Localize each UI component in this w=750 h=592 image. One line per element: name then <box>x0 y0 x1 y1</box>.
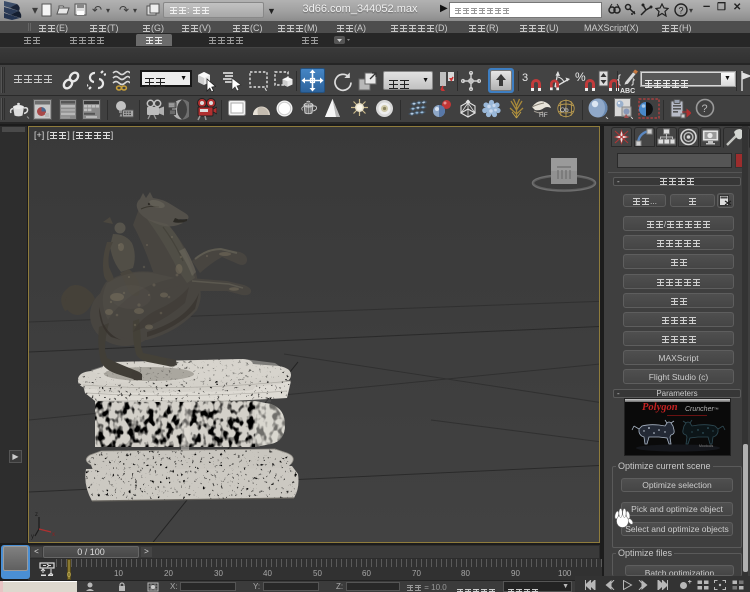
svg-text:x: x <box>52 532 55 538</box>
svg-text:HF: HF <box>539 112 548 119</box>
svg-text:3: 3 <box>522 72 528 84</box>
svg-text:Ob: Ob <box>560 107 569 114</box>
svg-text:?: ? <box>678 6 683 16</box>
svg-text:z: z <box>35 512 38 518</box>
svg-text:ABC: ABC <box>620 88 635 94</box>
svg-text:%: % <box>575 70 586 84</box>
svg-text:{: { <box>617 72 621 86</box>
svg-text:Mootools: Mootools <box>699 444 713 448</box>
svg-text:y: y <box>31 534 34 540</box>
svg-text:?: ? <box>702 103 708 115</box>
